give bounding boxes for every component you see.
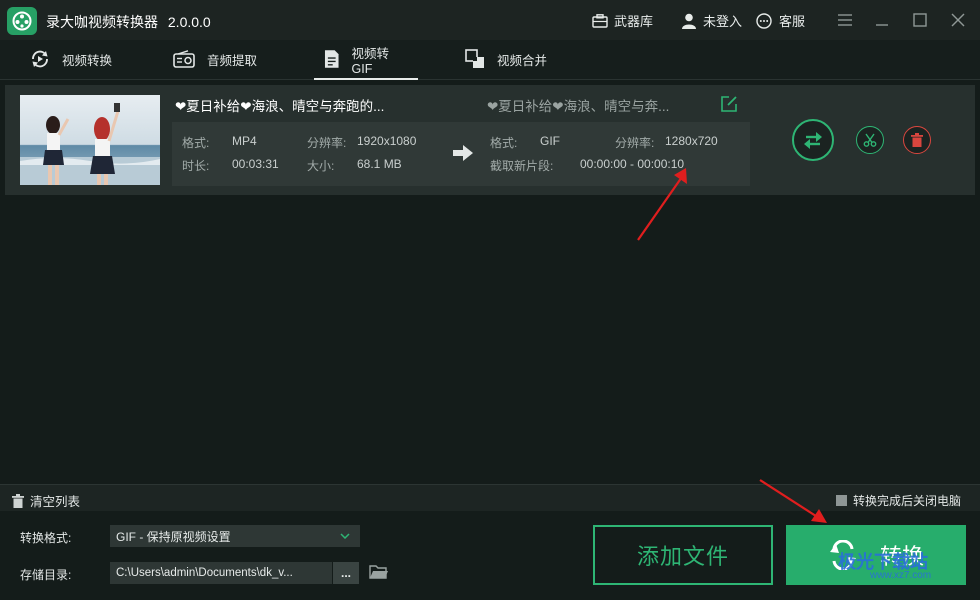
convert-item-button[interactable] <box>792 119 834 161</box>
source-size-label: 大小: <box>307 159 335 173</box>
title-bar: 录大咖视频转换器 2.0.0.0 武器库 未登入 客服 <box>0 0 980 40</box>
toolbox-icon <box>592 13 608 28</box>
app-title: 录大咖视频转换器 2.0.0.0 <box>46 12 211 32</box>
file-list-item[interactable]: ❤夏日补给❤海浪、晴空与奔跑的... ❤夏日补给❤海浪、晴空与奔... 格式: … <box>5 85 975 195</box>
cut-button[interactable] <box>856 126 884 154</box>
video-convert-icon <box>32 50 48 68</box>
output-dir-value: C:\Users\admin\Documents\dk_v... <box>116 567 293 579</box>
tab-video-convert-label: 视频转换 <box>62 53 113 68</box>
source-size-value: 68.1 MB <box>357 157 402 171</box>
menu-icon[interactable] <box>836 11 854 29</box>
delete-button[interactable] <box>903 126 931 154</box>
source-resolution-label: 分辨率: <box>307 136 347 150</box>
tab-audio-extract[interactable]: 音频提取 <box>163 40 267 78</box>
format-select[interactable]: GIF - 保持原视频设置 <box>110 525 360 547</box>
format-select-value: GIF - 保持原视频设置 <box>116 529 231 544</box>
video-thumbnail <box>20 95 160 185</box>
maximize-icon[interactable] <box>911 11 929 29</box>
scissors-icon <box>863 133 877 147</box>
tab-audio-extract-label: 音频提取 <box>207 53 258 68</box>
tab-video-convert[interactable]: 视频转换 <box>20 40 122 78</box>
service-label: 客服 <box>779 14 806 29</box>
folder-icon[interactable] <box>369 564 389 583</box>
tab-bar: 视频转换 音频提取 视频转GIF 视频合并 <box>0 40 980 80</box>
add-files-button[interactable]: 添加文件 <box>593 525 773 585</box>
close-icon[interactable] <box>949 11 967 29</box>
shutdown-after-convert-checkbox[interactable]: 转换完成后关闭电脑 <box>836 492 961 509</box>
app-name: 录大咖视频转换器 <box>46 14 158 30</box>
output-dir-field[interactable]: C:\Users\admin\Documents\dk_v... <box>110 562 332 584</box>
user-icon <box>682 13 696 29</box>
clip-range-label: 截取新片段: <box>490 159 554 173</box>
app-version: 2.0.0.0 <box>167 14 211 30</box>
source-resolution-value: 1920x1080 <box>357 134 417 148</box>
output-dir-label: 存储目录: <box>20 568 72 582</box>
trash-icon <box>12 493 24 508</box>
tab-video-to-gif-label: 视频转GIF <box>351 46 390 76</box>
login-button[interactable]: 未登入 <box>681 11 742 30</box>
shutdown-label: 转换完成后关闭电脑 <box>853 494 962 508</box>
annotation-arrow-clip <box>637 168 687 241</box>
watermark-url: www.xz7.com <box>870 570 932 581</box>
output-file-name: ❤夏日补给❤海浪、晴空与奔... <box>487 99 670 114</box>
source-format-value: MP4 <box>232 134 257 148</box>
output-format-value: GIF <box>540 134 560 148</box>
trash-icon <box>911 133 923 147</box>
source-duration-value: 00:03:31 <box>232 157 279 171</box>
output-format-label: 格式: <box>490 136 518 150</box>
minimize-icon[interactable] <box>873 11 891 29</box>
edit-icon[interactable] <box>720 95 738 113</box>
tab-video-merge[interactable]: 视频合并 <box>455 40 557 78</box>
tab-video-to-gif[interactable]: 视频转GIF <box>314 40 418 80</box>
radio-icon <box>173 50 195 68</box>
browse-button[interactable]: ... <box>333 562 359 584</box>
convert-arrows-icon <box>804 132 822 149</box>
output-resolution-label: 分辨率: <box>615 136 655 150</box>
source-format-label: 格式: <box>182 136 210 150</box>
add-files-label: 添加文件 <box>636 544 729 569</box>
format-label: 转换格式: <box>20 531 72 545</box>
clear-list-button[interactable]: 清空列表 <box>12 491 80 510</box>
checkbox-box[interactable] <box>836 495 847 506</box>
source-file-name: ❤夏日补给❤海浪、晴空与奔跑的... <box>175 99 385 114</box>
login-label: 未登入 <box>703 14 743 29</box>
output-resolution-value: 1280x720 <box>665 134 718 148</box>
arsenal-label: 武器库 <box>614 14 654 29</box>
customer-service-button[interactable]: 客服 <box>755 11 805 30</box>
app-logo-icon <box>7 7 37 35</box>
tab-video-merge-label: 视频合并 <box>497 53 548 68</box>
watermark-text: 极光下载站 <box>838 552 928 572</box>
chevron-down-icon <box>340 533 350 539</box>
clear-list-label: 清空列表 <box>30 495 81 509</box>
arrow-right-icon <box>452 144 474 165</box>
chat-bubble-icon <box>756 12 772 29</box>
browse-label: ... <box>340 566 351 580</box>
source-duration-label: 时长: <box>182 159 210 173</box>
merge-icon <box>465 49 484 68</box>
document-icon <box>324 50 339 68</box>
annotation-arrow-convert <box>759 479 827 523</box>
arsenal-button[interactable]: 武器库 <box>592 11 653 30</box>
